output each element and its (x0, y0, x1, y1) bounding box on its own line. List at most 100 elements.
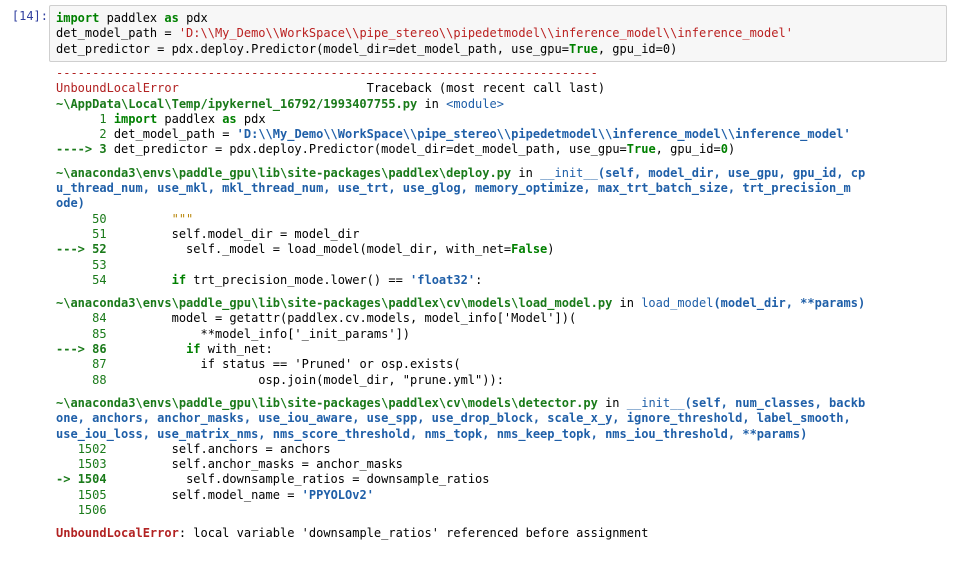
code-text: self._model = load_model(model_dir, with… (106, 242, 512, 257)
code-line-1: import paddlex as pdx (56, 11, 793, 26)
cell-prompt: [14]: (11, 9, 48, 23)
frame-3-signature: (self, num_classes, backb (684, 395, 866, 410)
code-text: paddlex (99, 11, 165, 25)
line-marker (56, 373, 92, 387)
frame-2-line-84: 84 model = getattr(paddlex.cv.models, mo… (56, 311, 956, 326)
current-line-arrow: -> (56, 472, 78, 487)
final-error-line: UnboundLocalError: local variable 'downs… (56, 526, 956, 541)
code-text: , gpu_id= (597, 41, 663, 56)
frame-1-signature-cont: ode) (56, 196, 85, 211)
frame-3-signature-cont: one, anchors, anchor_masks, use_iou_awar… (56, 411, 851, 426)
line-number: 84 (92, 311, 107, 326)
line-number: 1503 (77, 457, 107, 472)
line-marker (56, 488, 78, 502)
line-number: 1502 (77, 441, 107, 456)
boolean-literal: True (568, 41, 598, 56)
frame-3-line-1503: 1503 self.anchor_masks = anchor_masks (56, 457, 956, 472)
frame-0-header: ~\AppData\Local\Temp/ipykernel_16792/199… (56, 97, 956, 112)
frame-2-signature: (model_dir, **params) (713, 296, 866, 311)
frame-3-func: __init__ (626, 395, 685, 410)
frame-1-line-54: 54 if trt_precision_mode.lower() == 'flo… (56, 273, 956, 288)
code-input-cell[interactable]: import paddlex as pdx det_model_path = 'D… (49, 5, 947, 62)
frame-2-func: load_model (641, 296, 714, 311)
code-text: self.downsample_ratios = downsample_rati… (106, 472, 490, 487)
frame-3-path: ~\anaconda3\envs\paddle_gpu\lib\site-pac… (56, 395, 598, 410)
code-text: trt_precision_mode.lower() == (186, 272, 411, 287)
code-text: if status == 'Pruned' or osp.exists( (106, 357, 461, 372)
line-number: 2 (99, 127, 107, 142)
code-text: with_net: (200, 342, 273, 357)
line-number: 1 (99, 111, 107, 126)
code-text: pdx (236, 111, 266, 126)
code-text: **model_info['_init_params']) (106, 326, 411, 341)
code-text: ) (727, 142, 736, 157)
code-text: , gpu_id= (655, 142, 721, 157)
current-line-arrow: ----> (56, 142, 100, 157)
frame-2-path: ~\anaconda3\envs\paddle_gpu\lib\site-pac… (56, 296, 613, 311)
traceback-title: Traceback (most recent call last) (178, 81, 606, 96)
frame-2-line-88: 88 osp.join(model_dir, "prune.yml")): (56, 373, 956, 388)
final-error-message: : local variable 'downsample_ratios' ref… (178, 526, 649, 541)
code-text: paddlex (157, 111, 223, 126)
line-number: 88 (92, 372, 107, 387)
line-number: 1506 (77, 503, 107, 518)
line-marker (56, 112, 99, 126)
code-editor[interactable]: import paddlex as pdx det_model_path = 'D… (56, 11, 793, 57)
frame-2-line-87: 87 if status == 'Pruned' or osp.exists( (56, 357, 956, 372)
frame-1-signature-cont: u_thread_num, use_mkl, mkl_thread_num, u… (56, 181, 851, 196)
frame-in: in (511, 165, 541, 180)
string-literal: 'D:\\My_Demo\\WorkSpace\\pipe_stereo\\pi… (236, 127, 851, 142)
frame-3-line-1504: -> 1504 self.downsample_ratios = downsam… (56, 472, 956, 487)
string-literal: 'PPYOLOv2' (301, 487, 374, 502)
keyword-if: if (186, 342, 201, 357)
keyword-import: import (106, 111, 158, 126)
frame-1-header: ~\anaconda3\envs\paddle_gpu\lib\site-pac… (56, 166, 956, 181)
line-marker (56, 311, 92, 325)
frame-in: in (417, 96, 447, 111)
code-text: : (475, 272, 483, 287)
traceback-output: ----------------------------------------… (56, 66, 956, 542)
frame-0-line-2: 2 det_model_path = 'D:\\My_Demo\\WorkSpa… (56, 127, 956, 142)
frame-2-line-86: ---> 86 if with_net: (56, 342, 956, 357)
frame-3-line-1505: 1505 self.model_name = 'PPYOLOv2' (56, 488, 956, 503)
frame-3-header: ~\anaconda3\envs\paddle_gpu\lib\site-pac… (56, 396, 956, 411)
line-number: 52 (92, 242, 107, 257)
code-text: self.model_name = (106, 487, 302, 502)
boolean-literal: True (626, 142, 656, 157)
frame-0-line-1: 1 import paddlex as pdx (56, 112, 956, 127)
frame-1-line-51: 51 self.model_dir = model_dir (56, 227, 956, 242)
current-line-arrow: ---> (56, 242, 93, 257)
line-number: 3 (99, 142, 107, 157)
keyword-import: import (56, 11, 100, 25)
code-text: pdx (178, 11, 208, 25)
line-marker (56, 327, 92, 341)
keyword-as: as (164, 11, 179, 25)
line-marker (56, 442, 78, 456)
line-number: 54 (92, 272, 107, 287)
keyword-if: if (171, 272, 187, 287)
frame-1-line-53: 53 (56, 258, 956, 273)
code-text: self.anchor_masks = anchor_masks (106, 457, 403, 472)
code-text: self.model_dir = model_dir (106, 226, 360, 241)
code-line-3: det_predictor = pdx.deploy.Predictor(mod… (56, 42, 793, 57)
frame-1-line-50: 50 """ (56, 212, 956, 227)
line-marker (56, 357, 92, 371)
frame-3-line-1506: 1506 (56, 503, 956, 518)
traceback-divider: ----------------------------------------… (56, 66, 598, 80)
frame-2-header: ~\anaconda3\envs\paddle_gpu\lib\site-pac… (56, 296, 956, 311)
line-number: 53 (92, 257, 107, 272)
code-text: det_model_path = (106, 127, 237, 142)
line-number: 1505 (77, 487, 107, 502)
line-marker (56, 212, 92, 226)
traceback-header: UnboundLocalError Traceback (most recent… (56, 81, 956, 96)
code-text: det_predictor = pdx.deploy.Predictor(mod… (106, 142, 627, 157)
line-marker (56, 258, 92, 272)
string-literal: 'D:\\My_Demo\\WorkSpace\\pipe_stereo\\pi… (178, 26, 793, 41)
line-number: 51 (92, 226, 107, 241)
code-text: """ (106, 211, 194, 226)
